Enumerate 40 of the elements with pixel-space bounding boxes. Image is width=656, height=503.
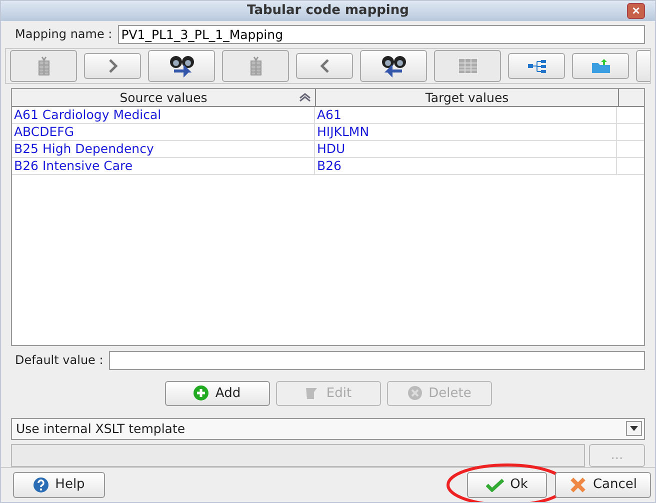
grid-icon bbox=[456, 56, 478, 75]
table-cell: B26 bbox=[315, 158, 617, 174]
ok-button[interactable]: Ok bbox=[467, 472, 547, 498]
table-cell: B25 High Dependency bbox=[12, 140, 315, 157]
binoculars-icon bbox=[380, 54, 408, 78]
column-title: Target values bbox=[425, 90, 509, 105]
plus-icon bbox=[193, 385, 210, 402]
list-icon bbox=[36, 56, 52, 76]
column-header[interactable]: Target values bbox=[316, 88, 619, 106]
cancel-button[interactable]: Cancel bbox=[555, 472, 651, 498]
default-value-field[interactable] bbox=[109, 350, 645, 370]
default-value-label: Default value : bbox=[14, 353, 104, 368]
table-cell: A61 Cardiology Medical bbox=[12, 106, 315, 123]
close-button[interactable]: × bbox=[627, 3, 645, 19]
table-cell: ABCDEFG bbox=[12, 124, 315, 140]
help-button[interactable]: Help bbox=[13, 472, 105, 498]
window-title: Tabular code mapping bbox=[247, 3, 409, 18]
column-title: Source values bbox=[120, 90, 208, 105]
chevron-left-icon bbox=[318, 58, 330, 74]
toolbar-button[interactable] bbox=[148, 50, 215, 82]
mapping-name-label: Mapping name : bbox=[14, 27, 112, 42]
column-header[interactable]: Source values bbox=[12, 88, 316, 106]
table-cell: A61 bbox=[315, 106, 617, 123]
tree-icon bbox=[526, 58, 546, 73]
action-button[interactable]: Add bbox=[164, 380, 270, 406]
list-icon bbox=[248, 56, 264, 76]
folder-icon bbox=[590, 58, 610, 74]
table-cell: B26 Intensive Care bbox=[12, 158, 315, 174]
table-cell: HIJKLMN bbox=[315, 124, 617, 140]
toolbar-button[interactable] bbox=[360, 50, 427, 82]
chevron-right-icon bbox=[106, 58, 118, 74]
delete-icon bbox=[406, 385, 423, 402]
checkmark-icon bbox=[486, 478, 504, 492]
binoculars-icon bbox=[168, 54, 196, 78]
template-dropdown[interactable]: Use internal XSLT template bbox=[11, 418, 645, 440]
cross-icon bbox=[568, 476, 587, 494]
mapping-name-field[interactable]: PV1_PL1_3_PL_1_Mapping bbox=[118, 24, 645, 44]
table-cell: HDU bbox=[315, 140, 617, 157]
sort-icon bbox=[298, 92, 312, 102]
help-icon bbox=[33, 476, 50, 493]
